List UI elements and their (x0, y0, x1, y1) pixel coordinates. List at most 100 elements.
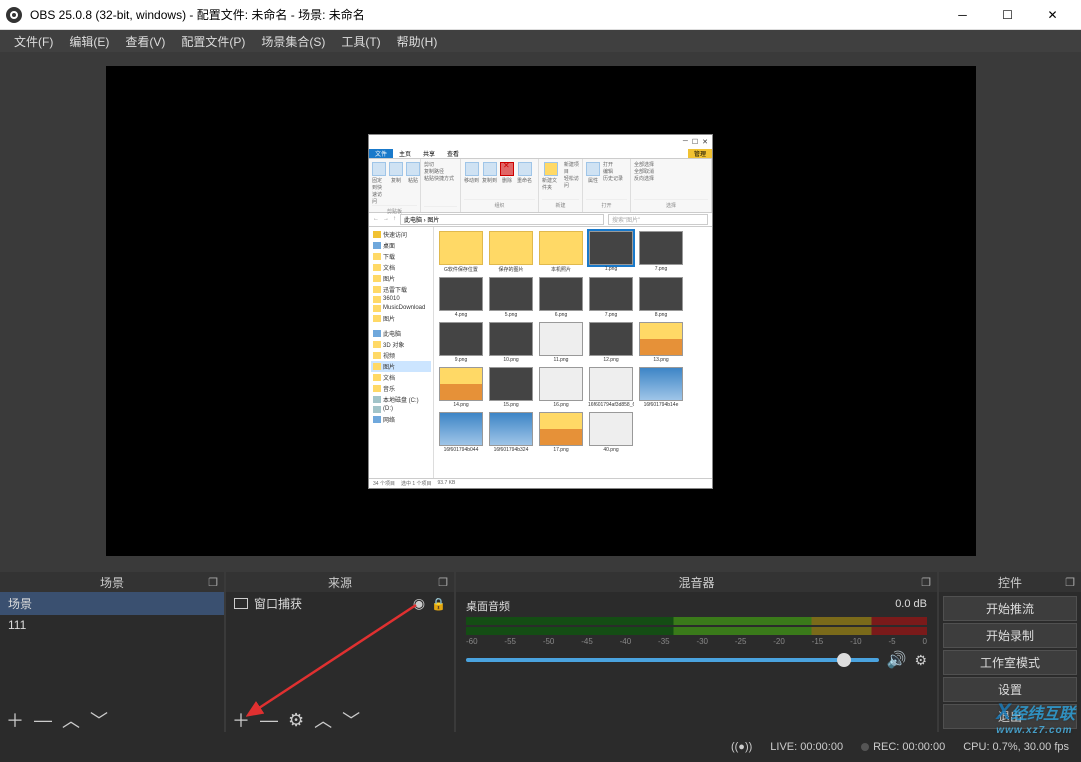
explorer-tab-share: 共享 (417, 149, 441, 158)
sources-header: 来源 ❐ (226, 572, 454, 592)
source-label: 窗口捕获 (254, 595, 302, 612)
dock-panels: 场景 ❐ 场景 111 ＋ — ︿ ﹀ 来源 ❐ 窗口捕获 ◉ (0, 570, 1081, 732)
popout-icon[interactable]: ❐ (208, 576, 218, 589)
popout-icon[interactable]: ❐ (921, 576, 931, 589)
window-title: OBS 25.0.8 (32-bit, windows) - 配置文件: 未命名… (30, 6, 940, 23)
watermark: X经纬互联 www.xz7.com (996, 699, 1075, 736)
menu-file[interactable]: 文件(F) (6, 31, 61, 52)
menu-help[interactable]: 帮助(H) (389, 31, 446, 52)
move-scene-down-button[interactable]: ﹀ (90, 707, 108, 733)
lock-icon[interactable]: 🔒 (431, 597, 446, 611)
explorer-ribbon: 固定到快速访问 复制 粘贴 剪贴板 剪切 复制路径 粘贴快捷方式 (369, 159, 712, 213)
move-source-up-button[interactable]: ︿ (314, 707, 332, 733)
file-item: 11.png (538, 322, 584, 363)
scene-item[interactable]: 111 (0, 615, 224, 635)
mixer-header: 混音器 ❐ (456, 572, 937, 592)
controls-header: 控件 ❐ (939, 572, 1081, 592)
meter-ticks: -60-55-50-45-40-35-30-25-20-15-10-50 (466, 637, 927, 646)
visibility-icon[interactable]: ◉ (413, 595, 425, 612)
scene-item[interactable]: 场景 (0, 592, 224, 615)
move-scene-up-button[interactable]: ︿ (62, 707, 80, 733)
window-capture-icon (234, 598, 248, 609)
menu-edit[interactable]: 编辑(E) (61, 31, 117, 52)
file-item: 7.png (588, 277, 634, 318)
explorer-address-bar: ←→↑ 此电脑 › 图片 搜索"图片" (369, 213, 712, 227)
file-item: 7.png (638, 231, 684, 273)
explorer-tab-manage: 管理 (688, 149, 712, 158)
explorer-tab-home: 主页 (393, 149, 417, 158)
explorer-file-grid: G软件保存位置保存的图片本机照片1.png7.png4.png5.png6.pn… (434, 227, 712, 478)
mixer-panel: 混音器 ❐ 桌面音频 0.0 dB -60-55-50-45-40-35-30-… (456, 572, 937, 732)
scenes-panel: 场景 ❐ 场景 111 ＋ — ︿ ﹀ (0, 572, 224, 732)
minimize-button[interactable]: ─ (940, 0, 985, 30)
explorer-statusbar: 34 个项目 选中 1 个项目 93.7 KB (369, 478, 712, 488)
studio-mode-button[interactable]: 工作室模式 (943, 650, 1077, 675)
add-source-button[interactable]: ＋ (232, 707, 250, 733)
remove-source-button[interactable]: — (260, 710, 278, 731)
sources-list[interactable]: 窗口捕获 ◉ 🔒 (226, 592, 454, 708)
preview-canvas[interactable]: ─☐✕ 文件 主页 共享 查看 管理 固定到快速访问 复制 粘贴 剪贴板 (106, 66, 976, 556)
menu-view[interactable]: 查看(V) (117, 31, 173, 52)
explorer-search: 搜索"图片" (608, 214, 708, 225)
file-item: 16f601794b324 (488, 412, 534, 453)
status-broadcast: ((●)) (731, 741, 752, 753)
menu-profile[interactable]: 配置文件(P) (173, 31, 253, 52)
remove-scene-button[interactable]: — (34, 710, 52, 731)
maximize-button[interactable]: ☐ (985, 0, 1030, 30)
start-recording-button[interactable]: 开始录制 (943, 623, 1077, 648)
sources-panel: 来源 ❐ 窗口捕获 ◉ 🔒 ＋ — ⚙ ︿ ﹀ (226, 572, 454, 732)
status-rec: REC: 00:00:00 (861, 741, 945, 753)
file-item: 6.png (538, 277, 584, 318)
add-scene-button[interactable]: ＋ (6, 707, 24, 733)
explorer-sidebar: 快速访问 桌面 下载 文档 图片 迅雷下载 36010 MusicDownloa… (369, 227, 434, 478)
gear-icon[interactable]: ⚙ (914, 652, 927, 669)
file-item: 本机照片 (538, 231, 584, 273)
window-titlebar: OBS 25.0.8 (32-bit, windows) - 配置文件: 未命名… (0, 0, 1081, 30)
speaker-icon[interactable]: 🔊 (887, 650, 907, 670)
status-cpu: CPU: 0.7%, 30.00 fps (963, 741, 1069, 753)
close-button[interactable]: ✕ (1030, 0, 1075, 30)
start-streaming-button[interactable]: 开始推流 (943, 596, 1077, 621)
explorer-tab-file: 文件 (369, 149, 393, 158)
file-item: 16f601794af3d858_600_0.jpeg (588, 367, 634, 408)
mixer-track-name: 桌面音频 (466, 598, 510, 614)
explorer-breadcrumb: 此电脑 › 图片 (400, 214, 604, 225)
file-item: 40.png (588, 412, 634, 453)
scenes-list[interactable]: 场景 111 (0, 592, 224, 708)
popout-icon[interactable]: ❐ (1065, 576, 1075, 589)
file-item: 16.png (538, 367, 584, 408)
file-item: 10.png (488, 322, 534, 363)
explorer-titlebar: ─☐✕ (369, 135, 712, 149)
explorer-ribbon-tabs: 文件 主页 共享 查看 管理 (369, 149, 712, 159)
preview-area: ─☐✕ 文件 主页 共享 查看 管理 固定到快速访问 复制 粘贴 剪贴板 (0, 52, 1081, 570)
source-properties-button[interactable]: ⚙ (288, 710, 304, 731)
menu-tools[interactable]: 工具(T) (333, 31, 388, 52)
source-item[interactable]: 窗口捕获 ◉ 🔒 (226, 592, 454, 615)
file-item: 13.png (638, 322, 684, 363)
annotation-arrow (246, 600, 426, 720)
obs-app-icon (6, 7, 22, 23)
menu-bar: 文件(F) 编辑(E) 查看(V) 配置文件(P) 场景集合(S) 工具(T) … (0, 30, 1081, 52)
file-item: 15.png (488, 367, 534, 408)
explorer-tab-view: 查看 (441, 149, 465, 158)
file-item: 12.png (588, 322, 634, 363)
file-item: 16f601794b044 (438, 412, 484, 453)
audio-meter (466, 627, 927, 635)
file-item: 16f601794b14e (638, 367, 684, 408)
file-item: 1.png (588, 231, 634, 273)
mixer-track-desktop-audio: 桌面音频 0.0 dB -60-55-50-45-40-35-30-25-20-… (456, 592, 937, 676)
status-live: LIVE: 00:00:00 (770, 741, 843, 753)
record-dot-icon (861, 743, 869, 751)
volume-slider-thumb[interactable] (837, 653, 851, 667)
menu-scene-collection[interactable]: 场景集合(S) (253, 31, 333, 52)
captured-window-explorer: ─☐✕ 文件 主页 共享 查看 管理 固定到快速访问 复制 粘贴 剪贴板 (368, 134, 713, 489)
volume-slider[interactable] (466, 658, 879, 662)
file-item: 17.png (538, 412, 584, 453)
file-item: 9.png (438, 322, 484, 363)
popout-icon[interactable]: ❐ (438, 576, 448, 589)
file-item: 5.png (488, 277, 534, 318)
move-source-down-button[interactable]: ﹀ (342, 707, 360, 733)
mixer-track-db: 0.0 dB (895, 598, 927, 614)
audio-meter (466, 617, 927, 625)
file-item: 14.png (438, 367, 484, 408)
